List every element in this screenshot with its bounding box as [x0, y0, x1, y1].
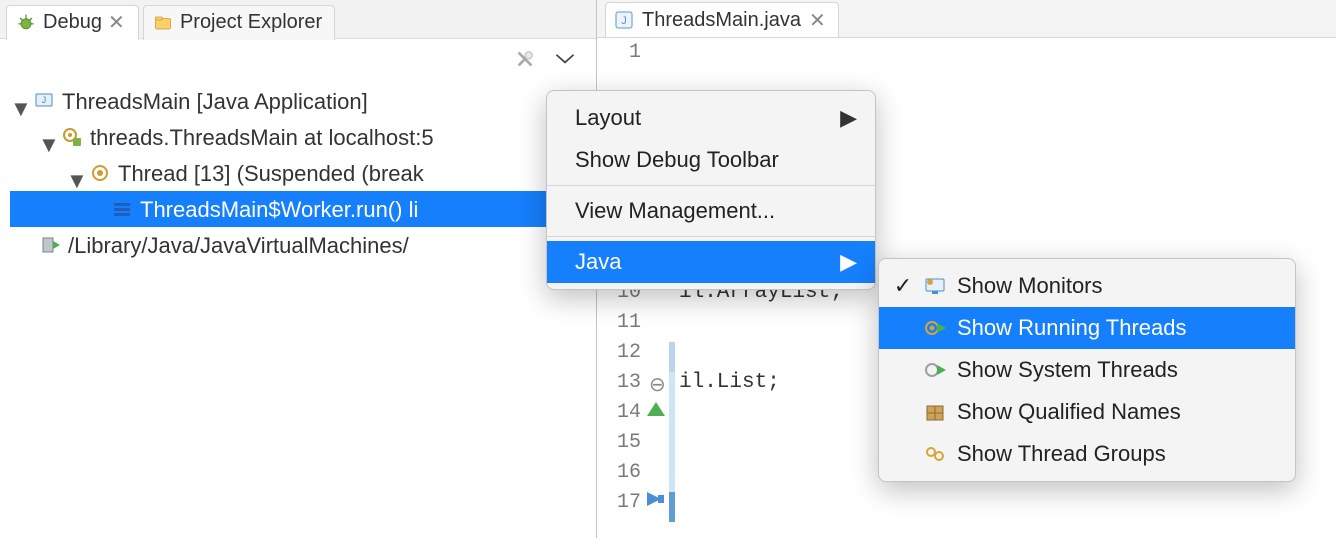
menu-item-layout[interactable]: Layout ▶ — [547, 97, 875, 139]
code-text: il.List; — [679, 371, 780, 394]
submenu-item-label: Show Thread Groups — [957, 441, 1166, 467]
close-icon[interactable]: ✕ — [809, 8, 826, 33]
menu-separator — [547, 185, 875, 186]
line-number: 17 — [597, 488, 641, 518]
line-number: 12 — [597, 338, 641, 368]
submenu-item-label: Show Running Threads — [957, 315, 1187, 341]
submenu-item-label: Show Qualified Names — [957, 399, 1181, 425]
tree-process-label: threads.ThreadsMain at localhost:5 — [90, 121, 434, 154]
tab-project-explorer-label: Project Explorer — [180, 11, 322, 34]
bug-icon — [15, 12, 37, 34]
tree-vm-label: /Library/Java/JavaVirtualMachines/ — [68, 229, 409, 262]
line-number: 15 — [597, 428, 641, 458]
editor-tab-threadsmain[interactable]: J ThreadsMain.java ✕ — [605, 2, 839, 37]
line-number: 13 — [597, 368, 641, 398]
tree-vm-process[interactable]: /Library/Java/JavaVirtualMachines/ — [10, 227, 596, 263]
menu-item-java[interactable]: Java ▶ — [547, 241, 875, 283]
tree-stack-frame[interactable]: ThreadsMain$Worker.run() li — [10, 191, 596, 227]
debug-target-icon — [60, 126, 84, 148]
override-marker-icon — [647, 402, 665, 416]
submenu-item-show-monitors[interactable]: ✓ Show Monitors — [879, 265, 1295, 307]
running-thread-icon — [923, 317, 947, 339]
submenu-item-label: Show System Threads — [957, 357, 1178, 383]
menu-item-label: Java — [575, 249, 621, 275]
left-tab-bar: Debug ✕ Project Explorer — [0, 0, 596, 39]
java-submenu: ✓ Show Monitors Show Running Threads — [878, 258, 1296, 482]
collapse-icon[interactable]: ⊖ — [649, 372, 666, 397]
tab-debug[interactable]: Debug ✕ — [6, 5, 139, 40]
remove-terminated-icon[interactable] — [514, 48, 536, 70]
svg-text:J: J — [621, 15, 627, 27]
submenu-arrow-icon: ▶ — [840, 249, 857, 275]
system-thread-icon — [923, 359, 947, 381]
view-menu-chevron-icon[interactable] — [554, 53, 576, 65]
package-icon — [923, 401, 947, 423]
menu-item-view-management[interactable]: View Management... — [547, 190, 875, 232]
line-number: 11 — [597, 308, 641, 338]
thread-suspended-icon — [88, 162, 112, 184]
stack-frame-icon — [110, 198, 134, 220]
tree-frame-label: ThreadsMain$Worker.run() li — [140, 193, 418, 226]
debug-view-toolbar — [0, 39, 596, 79]
tree-thread[interactable]: ▼ Thread [13] (Suspended (break — [10, 155, 596, 191]
tree-launch-label: ThreadsMain [Java Application] — [62, 85, 368, 118]
java-file-icon: J — [614, 10, 636, 30]
thread-group-icon — [923, 443, 947, 465]
menu-item-label: Show Debug Toolbar — [575, 147, 779, 173]
tree-launch-config[interactable]: ▼ J ThreadsMain [Java Application] — [10, 83, 596, 119]
line-number: 16 — [597, 458, 641, 488]
submenu-arrow-icon: ▶ — [840, 105, 857, 131]
submenu-item-show-system-threads[interactable]: Show System Threads — [879, 349, 1295, 391]
close-icon[interactable]: ✕ — [108, 10, 126, 35]
twisty-expanded-icon: ▼ — [38, 128, 56, 146]
menu-item-show-debug-toolbar[interactable]: Show Debug Toolbar — [547, 139, 875, 181]
tab-project-explorer[interactable]: Project Explorer — [143, 5, 335, 40]
line-number: 1 — [597, 38, 641, 68]
submenu-item-show-qualified-names[interactable]: Show Qualified Names — [879, 391, 1295, 433]
menu-separator — [547, 236, 875, 237]
editor-tab-label: ThreadsMain.java — [642, 9, 801, 32]
instruction-pointer-icon — [647, 492, 665, 506]
submenu-item-show-thread-groups[interactable]: Show Thread Groups — [879, 433, 1295, 475]
debug-tree: ▼ J ThreadsMain [Java Application] ▼ thr… — [0, 79, 596, 263]
vm-process-icon — [38, 234, 62, 256]
line-number: 14 — [597, 398, 641, 428]
monitor-icon — [923, 275, 947, 297]
debug-view-panel: Debug ✕ Project Explorer ▼ — [0, 0, 597, 538]
svg-text:J: J — [42, 95, 47, 105]
menu-item-label: Layout — [575, 105, 641, 131]
menu-item-label: View Management... — [575, 198, 775, 224]
tab-debug-label: Debug — [43, 11, 102, 34]
twisty-expanded-icon: ▼ — [66, 164, 84, 182]
submenu-item-label: Show Monitors — [957, 273, 1103, 299]
java-app-icon: J — [32, 90, 56, 112]
view-context-menu: Layout ▶ Show Debug Toolbar View Managem… — [546, 90, 876, 290]
tree-thread-label: Thread [13] (Suspended (break — [118, 157, 424, 190]
twisty-expanded-icon: ▼ — [10, 92, 28, 110]
folder-app-icon — [152, 12, 174, 34]
submenu-item-show-running-threads[interactable]: Show Running Threads — [879, 307, 1295, 349]
editor-tab-bar: J ThreadsMain.java ✕ — [597, 0, 1336, 38]
tree-debug-target[interactable]: ▼ threads.ThreadsMain at localhost:5 — [10, 119, 596, 155]
checkmark-icon: ✓ — [893, 273, 913, 299]
